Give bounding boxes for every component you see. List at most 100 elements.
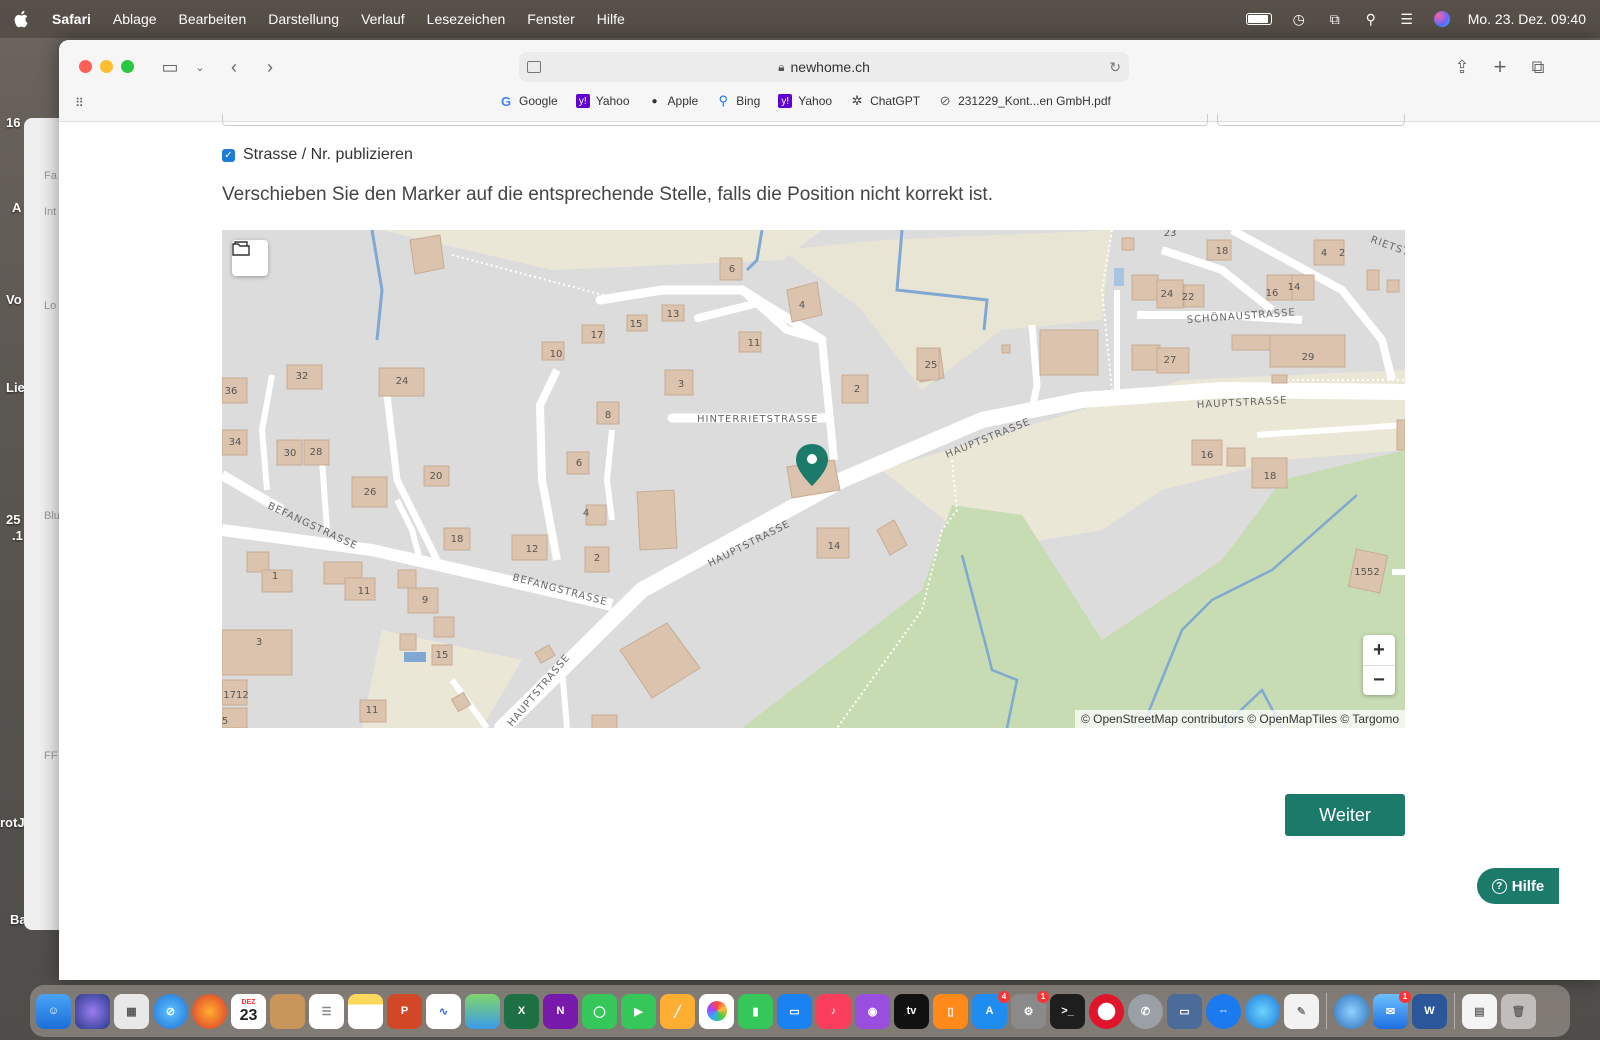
control-center-icon[interactable]: ☰ xyxy=(1398,11,1416,27)
number-input-field[interactable] xyxy=(1217,114,1405,126)
trash-icon[interactable]: 🗑︎ xyxy=(1501,993,1536,1029)
publish-street-checkbox[interactable]: ✓ xyxy=(222,148,235,162)
menu-darstellung[interactable]: Darstellung xyxy=(268,11,339,27)
reminders-icon[interactable]: ☰ xyxy=(309,993,344,1029)
street-input-field[interactable] xyxy=(222,114,1208,126)
share-icon[interactable]: ⇪ xyxy=(1449,54,1475,80)
menu-verlauf[interactable]: Verlauf xyxy=(361,11,405,27)
books-icon[interactable]: ▯ xyxy=(933,993,968,1029)
compass-icon: ⊘ xyxy=(939,93,951,108)
menu-fenster[interactable]: Fenster xyxy=(527,11,574,27)
numbers-icon[interactable]: ▮ xyxy=(738,993,773,1029)
menu-lesezeichen[interactable]: Lesezeichen xyxy=(427,11,506,27)
svg-text:1552: 1552 xyxy=(1354,567,1379,578)
bookmark-google[interactable]: G Google xyxy=(499,94,558,109)
system-settings-icon[interactable]: ⚙ 1 xyxy=(1011,990,1049,1029)
firefox-icon[interactable] xyxy=(192,993,227,1029)
onenote-icon[interactable]: N xyxy=(543,993,578,1029)
address-bar[interactable]: 🔒︎ newhome.ch ↻ xyxy=(519,52,1129,82)
music-icon[interactable]: ♪ xyxy=(816,993,851,1029)
fullscreen-window-button[interactable] xyxy=(121,60,134,73)
minimize-window-button[interactable] xyxy=(100,60,113,73)
maps-icon[interactable] xyxy=(465,993,500,1029)
bookmarks-bar: G Google y! Yahoo ● Apple ⚲ Bing y! Yahoo ✲ Ch… xyxy=(499,93,1111,109)
close-window-button[interactable] xyxy=(79,60,92,73)
zoom-out-button[interactable]: − xyxy=(1363,665,1395,695)
spotlight-search-icon[interactable]: ⚲ xyxy=(1362,11,1380,27)
menu-hilfe[interactable]: Hilfe xyxy=(597,11,625,27)
launchpad-icon[interactable]: ▦ xyxy=(114,993,149,1029)
menu-ablage[interactable]: Ablage xyxy=(113,11,157,27)
excel-icon[interactable]: X xyxy=(504,993,539,1029)
mail-icon[interactable]: ✉ 1 xyxy=(1373,990,1411,1029)
bookmark-apple[interactable]: ● Apple xyxy=(648,94,698,108)
bookmark-yahoo[interactable]: y! Yahoo xyxy=(575,94,630,108)
app-name[interactable]: Safari xyxy=(52,11,91,27)
location-map[interactable]: 6 4 13 15 17 10 11 3 8 2 25 32 24 36 34 30 28 26 20 6… xyxy=(222,230,1405,728)
siri-app-icon[interactable] xyxy=(75,993,110,1029)
notes-icon[interactable] xyxy=(348,993,383,1029)
photos-icon[interactable] xyxy=(699,993,734,1029)
apple-tv-icon[interactable]: tv xyxy=(894,993,929,1029)
safari-icon[interactable]: ⊘ xyxy=(153,993,188,1029)
document-icon[interactable]: ▤ xyxy=(1462,993,1497,1029)
url-text[interactable]: newhome.ch xyxy=(791,59,870,75)
apple-menu-icon[interactable] xyxy=(14,10,30,28)
reload-icon[interactable]: ↻ xyxy=(1109,59,1121,76)
svg-text:6: 6 xyxy=(576,458,582,469)
finder-icon[interactable]: ☺ xyxy=(36,993,71,1029)
menubar-datetime[interactable]: Mo. 23. Dez. 09:40 xyxy=(1468,11,1586,27)
calendar-icon[interactable]: DEZ 23 xyxy=(231,993,266,1029)
sidebar-toggle-icon[interactable]: ▭ xyxy=(157,54,183,80)
bookmark-bing[interactable]: ⚲ Bing xyxy=(716,93,760,108)
facetime-icon[interactable]: ▶ xyxy=(621,993,656,1029)
messages-icon[interactable]: ◯ xyxy=(582,993,617,1029)
reader-icon[interactable] xyxy=(527,61,541,73)
teamviewer-icon[interactable]: ⇔ xyxy=(1206,993,1241,1029)
chevron-down-icon[interactable]: ⌄ xyxy=(187,54,213,80)
siri-icon[interactable] xyxy=(1433,11,1450,27)
network-globe-icon[interactable] xyxy=(1245,993,1280,1029)
word-icon[interactable]: W xyxy=(1412,993,1447,1029)
battery-icon[interactable] xyxy=(1245,13,1272,25)
map-attribution[interactable]: © OpenStreetMap contributors © OpenMapTi… xyxy=(1075,710,1405,728)
back-arrow-icon[interactable]: ‹ xyxy=(221,54,247,80)
svg-text:22: 22 xyxy=(1182,292,1195,303)
zoom-in-button[interactable]: + xyxy=(1363,635,1395,665)
bookmark-pdf[interactable]: ⊘ 231229_Kont...en GmbH.pdf xyxy=(938,93,1111,108)
powerpoint-icon[interactable]: P xyxy=(387,993,422,1029)
help-button[interactable]: ? Hilfe xyxy=(1477,868,1559,904)
whatsapp-icon[interactable]: ✆ xyxy=(1128,993,1163,1029)
publish-street-checkbox-row[interactable]: ✓ Strasse / Nr. publizieren xyxy=(222,146,413,164)
map-layer-button[interactable] xyxy=(232,240,268,276)
new-tab-icon[interactable]: + xyxy=(1487,54,1513,80)
bookmark-yahoo[interactable]: y! Yahoo xyxy=(778,94,832,108)
menu-bearbeiten[interactable]: Bearbeiten xyxy=(179,11,247,27)
terminal-icon[interactable]: >_ xyxy=(1050,993,1085,1029)
next-button[interactable]: Weiter xyxy=(1285,794,1405,836)
textedit-icon[interactable]: ✎ xyxy=(1284,993,1319,1029)
desktop-label: .1 xyxy=(12,528,23,543)
contacts-icon[interactable] xyxy=(270,993,305,1029)
freeform-icon[interactable]: ∿ xyxy=(426,993,461,1029)
svg-text:3: 3 xyxy=(256,637,262,648)
tab-overview-icon[interactable]: ⧉ xyxy=(1525,54,1551,80)
svg-text:4: 4 xyxy=(1321,248,1327,259)
podcasts-icon[interactable]: ◉ xyxy=(855,993,890,1029)
bookmark-chatgpt[interactable]: ✲ ChatGPT xyxy=(850,93,921,108)
page-content: ✓ Strasse / Nr. publizieren Verschieben … xyxy=(59,114,1600,980)
keynote-icon[interactable]: ▭ xyxy=(777,993,812,1029)
screen-mirroring-icon[interactable]: ⧉ xyxy=(1326,11,1344,27)
remote-desktop-icon[interactable]: ▭ xyxy=(1167,993,1202,1029)
forward-arrow-icon[interactable]: › xyxy=(257,54,283,80)
pages-icon[interactable]: ╱ xyxy=(660,993,695,1029)
quicktime-icon[interactable] xyxy=(1334,993,1369,1029)
opera-icon[interactable] xyxy=(1089,993,1124,1029)
app-store-icon[interactable]: A4 xyxy=(972,990,1010,1029)
bookmark-label: ChatGPT xyxy=(870,94,921,108)
sidebar-fragment: Fa xyxy=(44,170,57,182)
time-machine-icon[interactable]: ◷ xyxy=(1290,11,1308,27)
browser-toolbar: ▭ ⌄ ‹ › 🔒︎ newhome.ch ↻ ⇪ + ⧉ ⠿ G Google … xyxy=(59,40,1600,122)
favorites-grid-icon[interactable]: ⠿ xyxy=(75,96,84,110)
bookmark-label: Yahoo xyxy=(595,94,630,108)
